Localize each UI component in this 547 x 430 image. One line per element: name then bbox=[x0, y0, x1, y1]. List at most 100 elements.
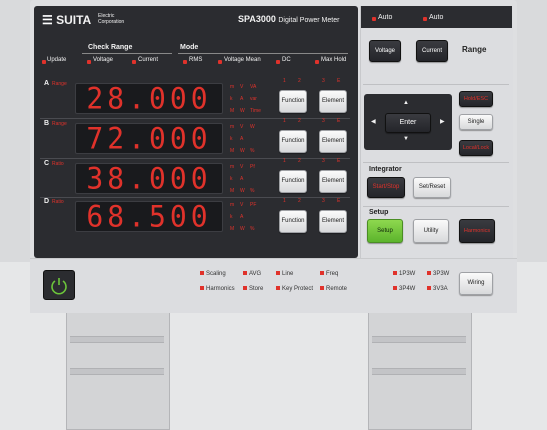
indicator-3p4w: 3P4W bbox=[393, 286, 415, 292]
range-voltage-button[interactable]: Voltage bbox=[369, 40, 401, 62]
check-voltage-label: Voltage bbox=[93, 57, 114, 63]
right-arrow-icon[interactable]: ▶ bbox=[440, 118, 445, 125]
unit: m bbox=[230, 164, 235, 170]
unit: Time bbox=[250, 108, 261, 114]
utility-button[interactable]: Utility bbox=[413, 219, 449, 243]
left-leg-ring bbox=[70, 336, 164, 343]
indicator-key-protect: Key Protect bbox=[276, 286, 313, 292]
divider bbox=[40, 158, 350, 159]
unit: Pf bbox=[250, 164, 255, 170]
element-num: 1 bbox=[283, 78, 286, 84]
unit: A bbox=[240, 136, 244, 142]
unit: k bbox=[230, 214, 233, 220]
update-led bbox=[42, 60, 46, 64]
unit: m bbox=[230, 124, 235, 130]
display-a-value: 28.000 bbox=[86, 81, 212, 116]
left-arrow-icon[interactable]: ◀ bbox=[371, 118, 376, 125]
model-label: SPA3000 Digital Power Meter bbox=[238, 14, 339, 24]
brand-mark-icon: ☰ bbox=[42, 13, 53, 27]
down-arrow-icon[interactable]: ▼ bbox=[403, 136, 409, 142]
indicator-freq: Freq bbox=[320, 271, 338, 277]
element-num: 2 bbox=[298, 158, 301, 164]
max-hold-led bbox=[315, 60, 319, 64]
element-num: 1 bbox=[283, 198, 286, 204]
indicator-1p3w: 1P3W bbox=[393, 271, 415, 277]
display-b-value: 72.000 bbox=[86, 121, 212, 156]
divider bbox=[363, 162, 509, 163]
display-a: 28.000 bbox=[75, 83, 223, 114]
max-hold-label: Max Hold bbox=[321, 57, 347, 63]
up-arrow-icon[interactable]: ▲ bbox=[403, 100, 409, 106]
display-b: 72.000 bbox=[75, 123, 223, 154]
divider bbox=[40, 197, 350, 198]
unit: A bbox=[240, 96, 244, 102]
indicator-remote: Remote bbox=[320, 286, 347, 292]
unit: VA bbox=[250, 84, 257, 90]
unit: V bbox=[240, 84, 244, 90]
mode-title: Mode bbox=[180, 44, 199, 51]
voltage-mean-label: Voltage Mean bbox=[224, 57, 261, 63]
model-name: SPA3000 bbox=[238, 14, 276, 24]
display-c-value: 38.000 bbox=[86, 161, 212, 196]
display-d: 68.500 bbox=[75, 201, 223, 232]
indicator-avg: AVG bbox=[243, 271, 261, 277]
auto-led bbox=[423, 17, 427, 21]
element-num: 3 bbox=[322, 198, 325, 204]
element-button-b[interactable]: Element bbox=[319, 130, 347, 153]
unit: V bbox=[240, 202, 244, 208]
local-lock-button[interactable]: Local/Lock bbox=[459, 140, 493, 156]
auto-current-label: Auto bbox=[429, 14, 444, 21]
divider bbox=[363, 84, 509, 85]
element-num: 2 bbox=[298, 78, 301, 84]
start-stop-button[interactable]: Start/Stop bbox=[367, 177, 405, 198]
set-reset-button[interactable]: Set/Reset bbox=[413, 177, 451, 198]
divider bbox=[178, 53, 348, 54]
range-current-button[interactable]: Current bbox=[416, 40, 448, 62]
unit: W bbox=[250, 124, 255, 130]
single-button[interactable]: Single bbox=[459, 114, 493, 130]
unit: % bbox=[250, 148, 255, 154]
integrator-title: Integrator bbox=[369, 166, 402, 173]
element-num: 3 bbox=[322, 118, 325, 124]
function-button-d[interactable]: Function bbox=[279, 210, 307, 233]
unit: W bbox=[240, 188, 245, 194]
row-b-name: Range bbox=[52, 121, 67, 127]
enter-button[interactable]: Enter bbox=[385, 113, 431, 133]
unit: A bbox=[240, 214, 244, 220]
auto-led bbox=[372, 17, 376, 21]
indicator-harmonics: Harmonics bbox=[200, 286, 235, 292]
element-num: E bbox=[337, 118, 341, 124]
indicator-scaling: Scaling bbox=[200, 271, 226, 277]
unit: W bbox=[240, 226, 245, 232]
unit: M bbox=[230, 226, 235, 232]
indicator-line: Line bbox=[276, 271, 293, 277]
voltage-mean-led bbox=[218, 60, 222, 64]
update-label: Update bbox=[47, 57, 67, 63]
element-num: 3 bbox=[322, 158, 325, 164]
element-button-d[interactable]: Element bbox=[319, 210, 347, 233]
row-c-letter: C bbox=[44, 160, 50, 167]
voltage-led bbox=[87, 60, 91, 64]
function-button-b[interactable]: Function bbox=[279, 130, 307, 153]
element-num: 3 bbox=[322, 78, 325, 84]
display-d-value: 68.500 bbox=[86, 199, 212, 234]
unit: A bbox=[240, 176, 244, 182]
hold-esc-button[interactable]: Hold/ESC bbox=[459, 91, 493, 107]
wiring-button[interactable]: Wiring bbox=[459, 272, 493, 295]
element-num: 1 bbox=[283, 158, 286, 164]
function-button-a[interactable]: Function bbox=[279, 90, 307, 113]
element-button-c[interactable]: Element bbox=[319, 170, 347, 193]
unit: M bbox=[230, 188, 235, 194]
row-c-name: Ratio bbox=[52, 161, 64, 167]
rms-label: RMS bbox=[189, 57, 203, 63]
element-button-a[interactable]: Element bbox=[319, 90, 347, 113]
harmonics-button[interactable]: Harmonics bbox=[459, 219, 495, 243]
setup-button[interactable]: Setup bbox=[367, 219, 403, 243]
unit: var bbox=[250, 96, 257, 102]
right-leg-ring bbox=[372, 336, 466, 343]
power-button[interactable] bbox=[43, 270, 75, 300]
row-d-name: Ratio bbox=[52, 199, 64, 205]
unit: m bbox=[230, 202, 235, 208]
function-button-c[interactable]: Function bbox=[279, 170, 307, 193]
row-d-letter: D bbox=[44, 198, 50, 205]
